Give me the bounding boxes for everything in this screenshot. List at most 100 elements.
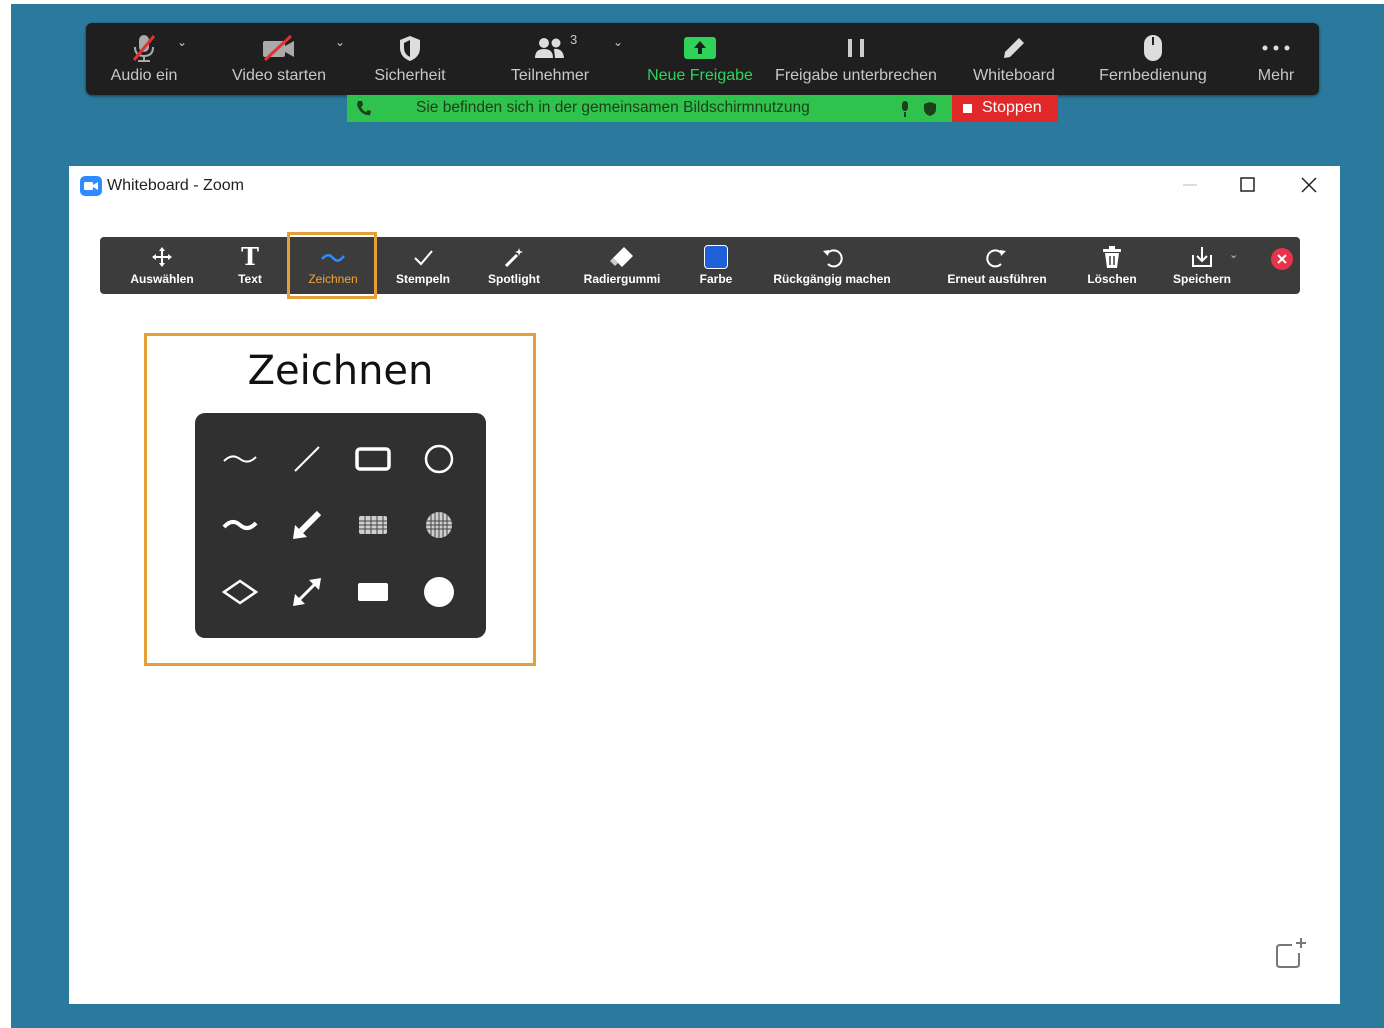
redo-button[interactable]: Erneut ausführen <box>936 237 1058 294</box>
remote-control-button[interactable]: Fernbedienung <box>1090 23 1216 95</box>
video-options-chevron-icon[interactable]: ⌄ <box>335 35 345 49</box>
undo-icon <box>820 244 844 270</box>
thin-rectangle-option[interactable] <box>340 426 406 492</box>
phone-icon <box>355 99 371 122</box>
muted-microphone-icon <box>129 33 159 63</box>
thin-line-option[interactable] <box>274 426 340 492</box>
callout-title: Zeichnen <box>247 348 434 394</box>
eraser-icon <box>609 244 635 270</box>
maximize-button[interactable] <box>1237 174 1259 196</box>
trash-icon <box>1101 244 1123 270</box>
participants-options-chevron-icon[interactable]: ⌄ <box>613 35 623 49</box>
thin-squiggle-icon <box>223 455 257 463</box>
redo-icon <box>985 244 1009 270</box>
diamond-option[interactable] <box>207 559 273 625</box>
thick-squiggle-option[interactable] <box>207 492 273 558</box>
video-off-icon <box>261 33 297 63</box>
minimize-button[interactable] <box>1179 172 1201 194</box>
video-button[interactable]: Video starten <box>231 23 327 95</box>
save-label: Speichern <box>1172 272 1232 286</box>
more-button[interactable]: Mehr <box>1246 23 1306 95</box>
new-share-button[interactable]: Neue Freigabe <box>644 23 756 95</box>
magic-wand-icon <box>502 244 526 270</box>
filled-ellipse-icon <box>424 577 454 607</box>
thin-rectangle-icon <box>355 447 391 471</box>
text-tool-label: Text <box>238 272 262 286</box>
close-toolbar-button[interactable] <box>1271 248 1293 270</box>
filled-ellipse-option[interactable] <box>406 559 472 625</box>
close-window-button[interactable] <box>1298 174 1320 196</box>
thin-line-icon <box>294 446 320 472</box>
translucent-ellipse-option[interactable] <box>406 492 472 558</box>
move-arrows-icon <box>150 244 174 270</box>
undo-button[interactable]: Rückgängig machen <box>764 237 900 294</box>
checkmark-icon <box>412 244 434 270</box>
delete-label: Löschen <box>1087 272 1137 286</box>
thin-ellipse-icon <box>424 444 454 474</box>
close-icon <box>1301 177 1317 193</box>
color-swatch-icon <box>704 244 728 270</box>
spotlight-tool[interactable]: Spotlight <box>473 237 555 294</box>
stop-share-label: Stoppen <box>982 99 1042 116</box>
banner-shield-icon <box>923 101 937 122</box>
video-label: Video starten <box>232 67 326 84</box>
filled-rectangle-icon <box>358 583 388 601</box>
new-page-icon <box>1276 938 1306 968</box>
more-dots-icon <box>1261 33 1291 63</box>
close-x-icon <box>1277 254 1287 264</box>
eraser-tool[interactable]: Radiergummi <box>574 237 670 294</box>
participants-button[interactable]: Teilnehmer <box>500 23 600 95</box>
pause-share-label: Freigabe unterbrechen <box>775 67 937 84</box>
banner-microphone-icon <box>899 100 911 123</box>
text-t-icon: T <box>241 242 259 271</box>
pencil-icon <box>1001 33 1027 63</box>
thick-arrow-line-option[interactable] <box>274 492 340 558</box>
double-arrow-icon <box>293 578 321 606</box>
save-options-chevron-icon[interactable]: ⌄ <box>1229 248 1238 261</box>
filled-rectangle-option[interactable] <box>340 559 406 625</box>
share-banner-text: Sie befinden sich in der gemeinsamen Bil… <box>416 99 810 116</box>
audio-label: Audio ein <box>110 67 178 84</box>
select-tool-label: Auswählen <box>130 272 194 286</box>
new-share-label: Neue Freigabe <box>647 67 753 84</box>
more-label: Mehr <box>1257 67 1295 84</box>
pause-share-button[interactable]: Freigabe unterbrechen <box>774 23 938 95</box>
thin-ellipse-option[interactable] <box>406 426 472 492</box>
audio-button[interactable]: Audio ein <box>104 23 184 95</box>
save-button[interactable]: Speichern <box>1166 237 1238 294</box>
new-page-button[interactable] <box>1274 936 1308 970</box>
participants-count: 3 <box>570 32 578 47</box>
thin-squiggle-option[interactable] <box>207 426 273 492</box>
window-title: Whiteboard - Zoom <box>107 177 244 194</box>
minimize-icon <box>1183 184 1197 186</box>
diamond-icon <box>221 579 259 605</box>
text-tool[interactable]: T Text <box>222 237 278 294</box>
security-button[interactable]: Sicherheit <box>370 23 450 95</box>
redo-label: Erneut ausführen <box>947 272 1047 286</box>
participants-label: Teilnehmer <box>510 67 590 84</box>
color-tool[interactable]: Farbe <box>686 237 746 294</box>
color-swatch <box>704 245 728 269</box>
spotlight-tool-label: Spotlight <box>488 272 540 286</box>
stop-square-icon <box>963 104 972 113</box>
delete-button[interactable]: Löschen <box>1082 237 1142 294</box>
select-tool[interactable]: Auswählen <box>122 237 202 294</box>
whiteboard-toolbar: Auswählen T Text Zeichnen Stempeln Spotl… <box>100 237 1300 294</box>
translucent-ellipse-icon <box>426 512 452 538</box>
stamp-tool-label: Stempeln <box>395 272 450 286</box>
mouse-icon <box>1142 33 1164 63</box>
thick-arrow-line-icon <box>293 510 322 539</box>
thick-squiggle-icon <box>222 520 258 530</box>
stamp-tool[interactable]: Stempeln <box>383 237 463 294</box>
audio-options-chevron-icon[interactable]: ⌄ <box>177 35 187 49</box>
participants-icon <box>532 33 568 63</box>
undo-label: Rückgängig machen <box>773 272 891 286</box>
security-label: Sicherheit <box>374 67 446 84</box>
stop-share-button[interactable]: Stoppen <box>952 95 1058 122</box>
double-arrow-option[interactable] <box>274 559 340 625</box>
color-tool-label: Farbe <box>699 272 733 286</box>
translucent-rectangle-option[interactable] <box>340 492 406 558</box>
whiteboard-button[interactable]: Whiteboard <box>962 23 1066 95</box>
maximize-icon <box>1240 177 1255 192</box>
remote-control-label: Fernbedienung <box>1099 67 1207 84</box>
